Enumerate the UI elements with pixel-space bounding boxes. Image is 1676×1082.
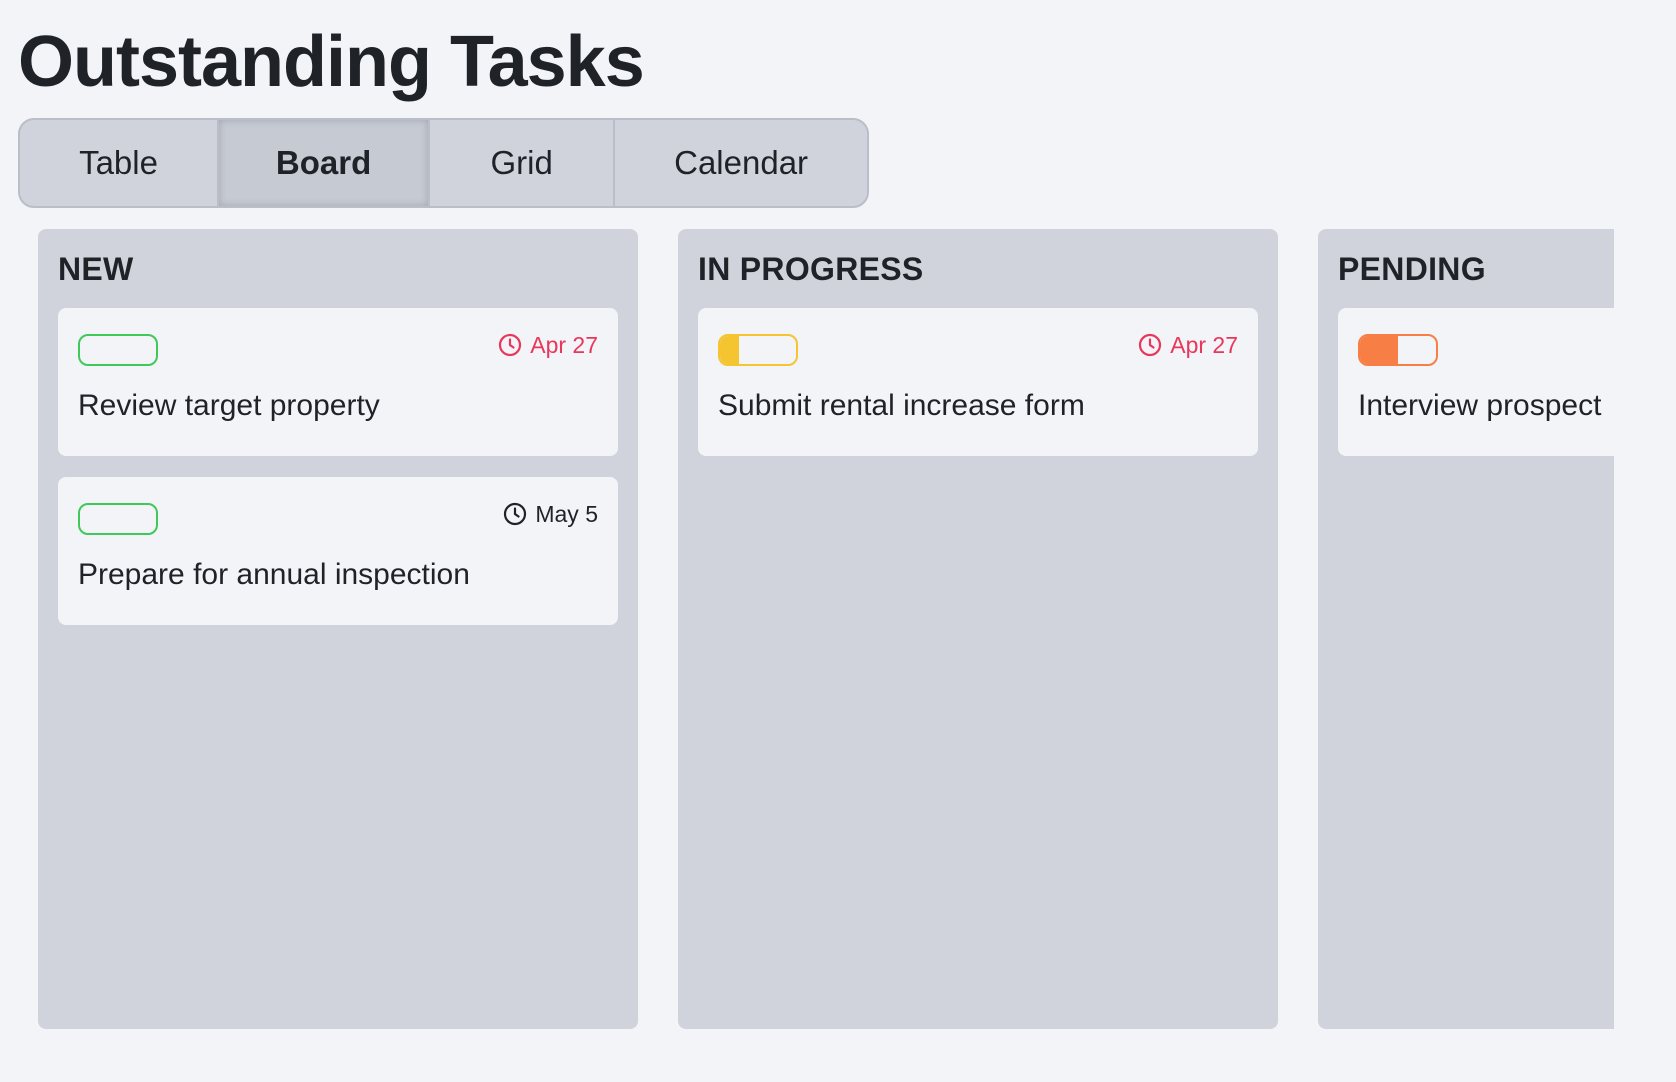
task-title: Review target property: [78, 389, 380, 422]
clock-icon: [1138, 333, 1162, 357]
page-title: Outstanding Tasks: [18, 22, 645, 102]
task-card[interactable]: Apr 27 Review target property: [58, 308, 618, 456]
board: NEW Apr 27 Review target property May 5 …: [38, 229, 1614, 1029]
due-date: May 5: [503, 499, 598, 529]
due-date: Apr 27: [498, 330, 598, 360]
task-title: Interview prospect: [1358, 389, 1602, 422]
status-badge: [1358, 334, 1438, 366]
due-date-label: Apr 27: [1170, 332, 1238, 358]
task-card[interactable]: Interview prospect: [1338, 308, 1614, 456]
clock-icon: [498, 333, 522, 357]
column-title: IN PROGRESS: [698, 251, 924, 287]
column-pending: PENDING Interview prospect: [1318, 229, 1614, 1029]
column-new: NEW Apr 27 Review target property May 5 …: [38, 229, 638, 1029]
task-card[interactable]: May 5 Prepare for annual inspection: [58, 477, 618, 625]
tab-board[interactable]: Board: [219, 120, 431, 206]
clock-icon: [503, 502, 527, 526]
column-in-progress: IN PROGRESS Apr 27 Submit rental increas…: [678, 229, 1278, 1029]
status-badge: [718, 334, 798, 366]
tab-table[interactable]: Table: [20, 120, 220, 206]
status-badge: [78, 334, 158, 366]
task-card[interactable]: Apr 27 Submit rental increase form: [698, 308, 1258, 456]
view-tabs: Table Board Grid Calendar: [18, 118, 869, 208]
due-date: Apr 27: [1138, 330, 1238, 360]
due-date-label: Apr 27: [530, 332, 598, 358]
column-title: PENDING: [1338, 251, 1486, 287]
due-date-label: May 5: [535, 501, 598, 527]
task-title: Prepare for annual inspection: [78, 558, 470, 591]
tab-calendar[interactable]: Calendar: [615, 120, 867, 206]
column-title: NEW: [58, 251, 134, 287]
tab-grid[interactable]: Grid: [430, 120, 616, 206]
task-title: Submit rental increase form: [718, 389, 1085, 422]
status-badge: [78, 503, 158, 535]
